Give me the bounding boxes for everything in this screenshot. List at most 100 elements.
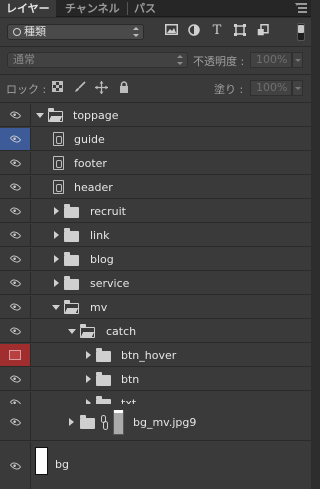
fill-dropdown-button[interactable] <box>292 80 303 96</box>
blend-mode-value: 通常 <box>13 53 35 66</box>
filter-toggle-switch[interactable] <box>297 23 305 41</box>
visibility-toggle[interactable] <box>0 152 31 174</box>
layer-name: link <box>90 229 110 242</box>
visibility-toggle[interactable] <box>0 224 31 246</box>
layer-name: btn <box>121 373 140 386</box>
group-collapsed-caret-icon[interactable] <box>54 231 59 239</box>
layer-name: bg_mv.jpg9 <box>133 416 197 429</box>
layer-thumbnail[interactable] <box>35 447 48 475</box>
visibility-toggle[interactable] <box>0 296 31 318</box>
eye-icon <box>9 416 22 428</box>
layer-row-service[interactable]: service <box>0 272 311 295</box>
updown-arrows-icon <box>133 27 139 37</box>
layer-name: catch <box>106 325 137 338</box>
divider <box>0 74 311 75</box>
mask-thumbnail[interactable] <box>113 410 124 435</box>
opacity-field[interactable]: 100% <box>250 52 292 68</box>
fill-field[interactable]: 100% <box>250 80 292 96</box>
divider <box>0 46 311 47</box>
layer-row-bg[interactable]: bg <box>0 442 311 489</box>
filter-kind-label: 種類 <box>24 25 46 38</box>
layer-row-guide[interactable]: guide <box>0 128 311 151</box>
lock-position-move-icon[interactable] <box>95 81 108 94</box>
visibility-toggle[interactable] <box>0 442 31 489</box>
eye-icon <box>9 181 22 193</box>
visibility-toggle[interactable] <box>0 176 31 198</box>
layer-name: bg <box>55 458 69 471</box>
eye-icon <box>9 229 22 241</box>
layer-row-bg-mv[interactable]: bg_mv.jpg9 <box>0 404 311 441</box>
smart-object-icon <box>53 180 64 194</box>
folder-icon <box>96 372 111 386</box>
filter-kind-select[interactable]: 種類 <box>7 24 144 40</box>
opacity-dropdown-button[interactable] <box>292 52 303 68</box>
mask-link-icon[interactable] <box>101 415 108 430</box>
folder-open-icon <box>79 324 95 338</box>
eye-icon <box>9 277 22 289</box>
divider <box>0 102 311 103</box>
folder-icon <box>80 415 95 429</box>
layer-row-header[interactable]: header <box>0 176 311 199</box>
visibility-toggle[interactable] <box>0 200 31 222</box>
type-filter-icon[interactable]: T <box>210 24 224 38</box>
group-collapsed-caret-icon[interactable] <box>54 255 59 263</box>
tab-paths[interactable]: パス <box>128 0 162 17</box>
group-collapsed-caret-icon[interactable] <box>86 351 91 359</box>
eye-icon <box>9 459 22 472</box>
layer-row-recruit[interactable]: recruit <box>0 200 311 223</box>
layer-name: btn_hover <box>121 349 177 362</box>
eye-icon <box>9 373 22 385</box>
visibility-toggle[interactable] <box>0 344 31 366</box>
panel-menu-icon[interactable] <box>295 3 307 13</box>
eye-icon <box>9 205 22 217</box>
layer-row-link[interactable]: link <box>0 224 311 247</box>
layer-row-footer[interactable]: footer <box>0 152 311 175</box>
hidden-layer-marker-icon <box>9 350 21 360</box>
visibility-toggle[interactable] <box>0 404 31 440</box>
lock-label: ロック : <box>6 83 47 96</box>
lock-all-padlock-icon[interactable] <box>117 81 130 94</box>
visibility-toggle[interactable] <box>0 104 31 126</box>
visibility-toggle[interactable] <box>0 272 31 294</box>
layer-row-blog[interactable]: blog <box>0 248 311 271</box>
layer-name: toppage <box>73 109 119 122</box>
updown-arrows-icon <box>177 55 183 65</box>
smart-object-icon <box>53 156 64 170</box>
smart-object-filter-icon[interactable] <box>256 24 270 38</box>
layer-name: header <box>74 181 113 194</box>
group-expanded-caret-icon[interactable] <box>36 113 44 118</box>
adjustment-filter-icon[interactable] <box>187 24 201 38</box>
group-expanded-caret-icon[interactable] <box>68 329 76 334</box>
layer-name: guide <box>74 133 105 146</box>
opacity-label: 不透明度 : <box>193 55 245 68</box>
search-icon <box>13 28 21 36</box>
layer-name: footer <box>74 157 107 170</box>
image-filter-icon[interactable] <box>164 24 178 38</box>
layer-name: blog <box>90 253 114 266</box>
lock-transparency-icon[interactable] <box>51 81 64 94</box>
visibility-toggle[interactable] <box>0 248 31 270</box>
layer-name: recruit <box>90 205 126 218</box>
eye-icon <box>9 157 22 169</box>
fill-label: 塗り : <box>214 83 244 96</box>
group-collapsed-caret-icon[interactable] <box>86 375 91 383</box>
layer-row-catch[interactable]: catch <box>0 320 311 343</box>
layer-row-mv[interactable]: mv <box>0 296 311 319</box>
group-collapsed-caret-icon[interactable] <box>54 279 59 287</box>
layer-row-btn-hover[interactable]: btn_hover <box>0 344 311 367</box>
visibility-toggle[interactable] <box>0 320 31 342</box>
layer-row-btn[interactable]: btn <box>0 368 311 391</box>
group-expanded-caret-icon[interactable] <box>52 305 60 310</box>
folder-icon <box>96 348 111 362</box>
visibility-toggle[interactable] <box>0 368 31 390</box>
group-collapsed-caret-icon[interactable] <box>54 207 59 215</box>
lock-pixels-brush-icon[interactable] <box>73 81 86 94</box>
tab-layers[interactable]: レイヤー <box>0 0 56 17</box>
folder-open-icon <box>63 300 79 314</box>
blend-mode-select[interactable]: 通常 <box>7 52 188 68</box>
tab-channels[interactable]: チャンネル <box>59 0 126 17</box>
visibility-toggle[interactable] <box>0 128 31 150</box>
shape-filter-icon[interactable] <box>233 24 247 38</box>
group-collapsed-caret-icon[interactable] <box>69 418 74 426</box>
layer-row-toppage[interactable]: toppage <box>0 104 311 127</box>
